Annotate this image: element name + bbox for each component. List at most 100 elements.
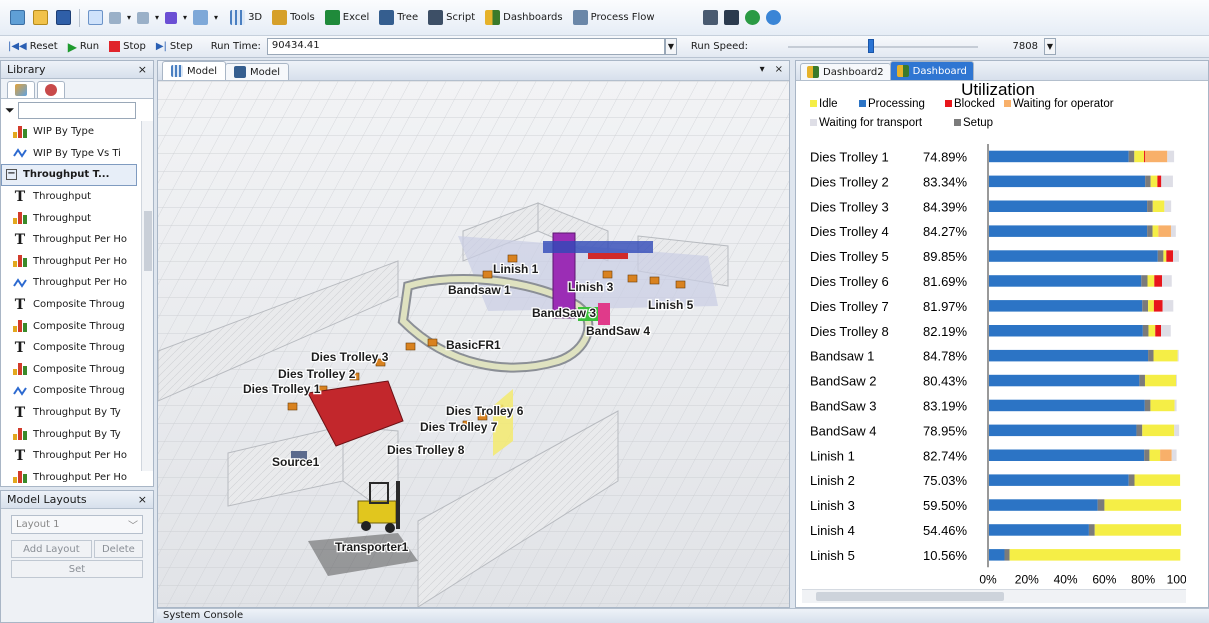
toolbar-script-button[interactable]: Script <box>428 10 475 25</box>
legend-swatch <box>954 119 961 126</box>
system-console[interactable]: System Console <box>157 608 1209 623</box>
library-item[interactable]: Composite Throug <box>1 359 139 381</box>
tab-dashboard-library[interactable] <box>37 81 65 98</box>
bar-segment-processing <box>989 424 1137 437</box>
toolbar-tools-button[interactable]: Tools <box>272 10 315 25</box>
scrollbar-thumb[interactable] <box>816 592 1004 601</box>
label-dies-trolley-6: Dies Trolley 6 <box>446 404 524 418</box>
line-chart-icon <box>13 278 27 288</box>
bar-chart-icon <box>13 363 27 376</box>
library-item[interactable]: Throughput Per Ho <box>1 467 139 489</box>
stop-icon <box>109 41 121 52</box>
connect-objects-icon[interactable] <box>109 11 121 24</box>
library-item[interactable]: T Throughput Per Ho <box>1 229 139 251</box>
label-source1: Source1 <box>272 455 320 469</box>
close-icon[interactable]: × <box>138 63 147 76</box>
label-basicfr1: BasicFR1 <box>446 338 501 352</box>
bar-segment-processing <box>989 225 1148 237</box>
collapse-icon: − <box>6 168 17 181</box>
bar-segment-waiting-for-transport <box>1164 200 1172 212</box>
chevron-down-icon[interactable]: ▾ <box>214 13 218 22</box>
library-item[interactable]: − Throughput T... <box>1 164 137 186</box>
chevron-down-icon[interactable]: ▾ <box>155 13 159 22</box>
x-tick-label: 20% <box>1015 572 1039 586</box>
library-item[interactable]: Composite Throug <box>1 315 139 337</box>
window-layout-icon[interactable] <box>723 10 739 25</box>
bar-segment-idle <box>1142 424 1175 437</box>
stop-button[interactable]: Stop <box>109 41 146 52</box>
online-icon[interactable] <box>765 10 781 25</box>
delete-layout-button[interactable]: Delete <box>93 540 143 558</box>
toolbar-tree-button[interactable]: Tree <box>379 10 418 25</box>
bar-segment-processing <box>989 175 1146 188</box>
library-item[interactable]: Throughput By Ty <box>1 423 139 445</box>
library-scrollbar[interactable] <box>141 121 153 471</box>
library-item[interactable]: T Composite Throug <box>1 337 139 359</box>
3d-scene[interactable]: Linish 1 Bandsaw 1 Linish 3 Linish 5 Ban… <box>158 81 789 607</box>
library-item[interactable]: Throughput <box>1 207 139 229</box>
set-layout-button[interactable]: Set <box>11 560 143 578</box>
bar-segment-processing <box>989 474 1129 486</box>
run-speed-dropdown[interactable]: ▼ <box>1043 38 1056 55</box>
legend-swatch <box>859 100 866 107</box>
library-item[interactable]: Composite Throug <box>1 380 139 402</box>
run-time-field[interactable]: 90434.41 <box>266 38 665 55</box>
library-item[interactable]: T Throughput Per Ho <box>1 445 139 467</box>
tab-dashboard2[interactable]: Dashboard2 <box>800 63 891 80</box>
tab-model-tree[interactable]: Model <box>225 63 290 80</box>
run-button[interactable]: ▶ Run <box>68 40 99 54</box>
scrollbar-thumb[interactable] <box>144 211 152 271</box>
close-icon[interactable]: × <box>775 64 783 75</box>
toolbar-excel-button[interactable]: Excel <box>324 10 369 25</box>
pointer-mode-icon[interactable] <box>88 10 103 25</box>
library-filter-input[interactable] <box>17 101 136 119</box>
select-mode-icon[interactable] <box>137 11 150 24</box>
bar-segment-idle <box>1152 225 1159 237</box>
step-button[interactable]: ▶| Step <box>156 41 193 52</box>
library-item[interactable]: T Throughput By Ty <box>1 402 139 424</box>
chevron-down-icon[interactable]: ▾ <box>127 13 131 22</box>
bar-segment-idle <box>1149 449 1161 461</box>
library-item[interactable]: Throughput Per Ho <box>1 272 139 294</box>
library-item-label: Throughput Per Ho <box>33 277 128 289</box>
bar-chart-icon <box>13 212 27 225</box>
tab-objects[interactable] <box>7 81 35 98</box>
bar-segment-processing <box>989 275 1142 287</box>
library-item[interactable]: T Composite Throug <box>1 294 139 316</box>
color-square-icon[interactable] <box>165 11 178 24</box>
slider-knob[interactable] <box>867 39 874 53</box>
chevron-down-icon[interactable]: ▾ <box>760 64 765 75</box>
close-icon[interactable]: × <box>138 493 147 506</box>
library-item[interactable]: Throughput Per Ho <box>1 251 139 273</box>
tab-model-3d[interactable]: Model <box>162 61 227 80</box>
library-item[interactable]: WIP By Type <box>1 121 139 143</box>
3d-view-icon <box>230 10 246 25</box>
reset-button[interactable]: |◀◀ Reset <box>8 41 58 52</box>
bar-segment-idle <box>1094 524 1182 536</box>
legend-swatch <box>810 119 817 126</box>
bar-segment-blocked <box>1144 150 1145 163</box>
new-model-icon[interactable] <box>10 10 25 25</box>
open-folder-icon[interactable] <box>33 10 48 25</box>
view-settings-icon[interactable] <box>702 10 718 25</box>
label-dies-trolley-1: Dies Trolley 1 <box>243 382 321 396</box>
chevron-down-icon[interactable]: ▾ <box>183 13 187 22</box>
category-label: Linish 5 <box>810 548 855 563</box>
group-objects-icon[interactable] <box>193 10 209 25</box>
run-time-dropdown[interactable]: ▼ <box>664 38 677 55</box>
x-tick-label: 40% <box>1054 572 1078 586</box>
tab-dashboard[interactable]: Dashboard <box>889 61 974 80</box>
run-speed-slider[interactable] <box>787 38 978 55</box>
dashboard-scrollbar[interactable] <box>802 589 1186 603</box>
dashboards-icon <box>807 66 819 78</box>
text-widget-icon: T <box>14 404 26 421</box>
library-item[interactable]: T Throughput <box>1 186 139 208</box>
save-icon[interactable] <box>56 10 71 25</box>
help-icon[interactable] <box>744 10 760 25</box>
toolbar-process-flow-button[interactable]: Process Flow <box>572 10 655 25</box>
toolbar-dashboards-button[interactable]: Dashboards <box>485 10 563 25</box>
add-layout-button[interactable]: Add Layout <box>11 540 92 558</box>
library-item[interactable]: WIP By Type Vs Ti <box>1 143 139 165</box>
toolbar-3d-button[interactable]: 3D <box>230 10 262 25</box>
layout-select[interactable]: Layout 1 ﹀ <box>11 515 143 534</box>
